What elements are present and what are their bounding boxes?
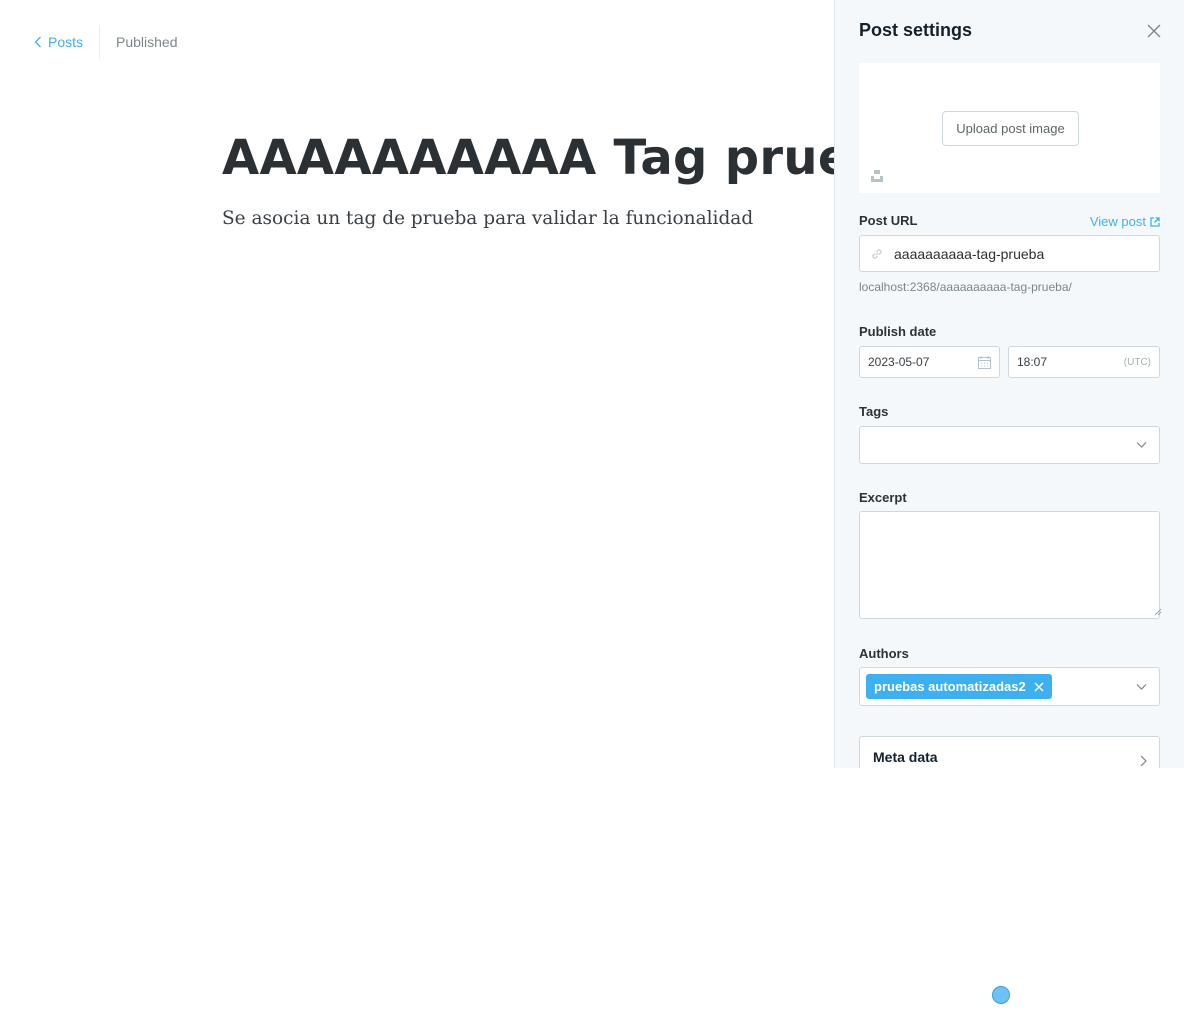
author-chip[interactable]: pruebas automatizadas2 [866,674,1052,699]
publish-time-value: 18:07 [1017,355,1048,369]
close-icon[interactable] [1145,22,1163,40]
publish-date-value: 2023-05-07 [868,355,930,369]
post-image-box: Upload post image [859,63,1160,193]
post-url-label: Post URL [859,213,918,228]
meta-data-label: Meta data [873,749,938,765]
excerpt-textarea[interactable] [859,511,1160,619]
post-settings-panel: Post settings Upload post image Post URL… [834,0,1184,768]
post-url-value: aaaaaaaaaa-tag-prueba [894,245,1045,262]
post-title[interactable]: AAAAAAAAAA Tag prueba [222,130,918,186]
timezone-label: (UTC) [1123,356,1151,368]
editor-topbar: Posts Published [34,25,178,59]
unsplash-icon[interactable] [870,169,884,183]
publish-date-input[interactable]: 2023-05-07 [859,346,1000,378]
post-body[interactable]: Se asocia un tag de prueba para validar … [222,208,753,229]
topbar-divider [99,25,101,59]
chevron-right-icon [1140,755,1147,767]
back-link-label: Posts [48,34,84,50]
external-link-icon [1150,216,1160,227]
chevron-left-icon [34,36,41,48]
post-url-hint: localhost:2368/aaaaaaaaaa-tag-prueba/ [859,280,1072,294]
authors-label: Authors [859,646,909,661]
publish-time-input[interactable]: 18:07 (UTC) [1008,346,1160,378]
calendar-icon[interactable] [978,355,991,369]
post-status: Published [116,34,178,50]
cursor-indicator [992,986,1010,1004]
tags-label: Tags [859,404,889,419]
excerpt-label: Excerpt [859,490,907,505]
post-url-input[interactable]: aaaaaaaaaa-tag-prueba [859,235,1160,272]
upload-post-image-button[interactable]: Upload post image [942,111,1079,146]
chevron-down-icon [1136,442,1147,448]
author-chip-label: pruebas automatizadas2 [874,679,1026,694]
publish-date-label: Publish date [859,324,937,339]
meta-data-card[interactable]: Meta data [859,736,1160,768]
chevron-down-icon [1136,683,1147,690]
panel-title: Post settings [859,20,973,40]
remove-author-icon[interactable] [1034,682,1044,692]
link-icon [872,248,882,259]
tags-select[interactable] [859,426,1160,464]
back-to-posts-link[interactable]: Posts [34,34,83,50]
authors-select[interactable]: pruebas automatizadas2 [859,667,1160,706]
editor-area: Posts Published AAAAAAAAAA Tag prueba Se… [0,0,918,768]
view-post-link[interactable]: View post [1090,214,1160,229]
resize-grip-icon[interactable] [1154,608,1162,616]
view-post-label: View post [1089,214,1146,229]
